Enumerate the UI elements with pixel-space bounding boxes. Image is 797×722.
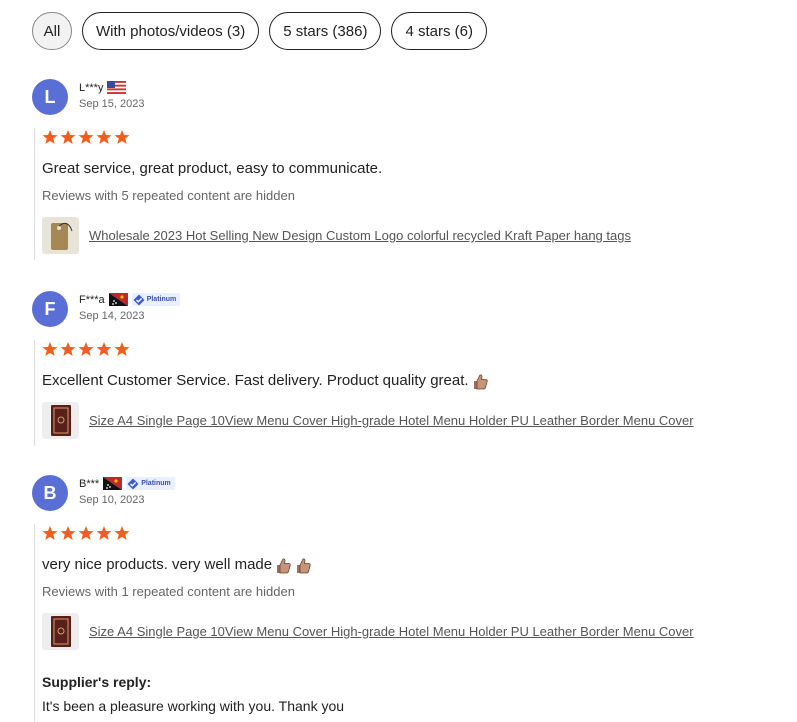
star-icon [114,526,130,540]
filter-label: 5 stars (386) [283,22,368,40]
filter-with-photos[interactable]: With photos/videos (3) [82,12,260,50]
reviewer-name: F***a [79,293,105,306]
us-flag-icon [107,81,127,94]
platinum-badge: Platinum [131,293,181,306]
filter-label: With photos/videos (3) [96,22,246,40]
star-icon [96,130,112,144]
star-icon [114,130,130,144]
avatar: F [32,291,68,327]
avatar: L [32,79,68,115]
review-body: very nice products. very well made Revie… [34,524,764,722]
review-product: Size A4 Single Page 10View Menu Cover Hi… [42,613,764,650]
star-rating [42,128,764,146]
papua-new-guinea-flag-icon [108,293,128,306]
review-body: Great service, great product, easy to co… [34,128,764,260]
star-icon [60,342,76,356]
product-link[interactable]: Size A4 Single Page 10View Menu Cover Hi… [89,413,694,428]
star-icon [114,342,130,356]
hidden-repeat-note: Reviews with 1 repeated content are hidd… [42,584,295,599]
reviewer-info: B*** Platinum [79,477,175,490]
review-text-content: Great service, great product, easy to co… [42,160,383,177]
review-date: Sep 15, 2023 [79,98,145,110]
product-thumbnail[interactable] [42,402,79,439]
star-rating [42,524,764,542]
star-icon [78,130,94,144]
platinum-badge: Platinum [126,477,175,490]
hidden-repeat-note: Reviews with 5 repeated content are hidd… [42,188,295,203]
verified-diamond-icon [133,294,145,305]
star-icon [96,342,112,356]
filter-all[interactable]: All [32,12,72,50]
star-icon [60,526,76,540]
product-thumbnail[interactable] [42,613,79,650]
supplier-reply-title: Supplier's reply: [42,674,152,690]
product-link[interactable]: Wholesale 2023 Hot Selling New Design Cu… [89,228,631,243]
filter-label: 4 stars (6) [405,22,473,40]
filter-label: All [43,22,61,40]
review-text: very nice products. very well made [42,556,764,574]
review-filters: All With photos/videos (3) 5 stars (386)… [32,12,487,50]
product-thumbnail[interactable] [42,217,79,254]
review-text: Excellent Customer Service. Fast deliver… [42,372,764,390]
review-body: Excellent Customer Service. Fast deliver… [34,340,764,446]
reviewer-name: L***y [79,81,104,94]
product-link[interactable]: Size A4 Single Page 10View Menu Cover Hi… [89,624,694,639]
filter-4-stars[interactable]: 4 stars (6) [391,12,487,50]
review-product: Wholesale 2023 Hot Selling New Design Cu… [42,217,764,254]
review-text: Great service, great product, easy to co… [42,160,764,178]
reviewer-info: F***a Platinum [79,293,181,306]
badge-label: Platinum [146,296,177,303]
reviewer-name: B*** [79,477,100,490]
thumbs-up-icon [473,374,488,389]
filter-5-stars[interactable]: 5 stars (386) [269,12,382,50]
star-rating [42,340,764,358]
review-date: Sep 14, 2023 [79,310,145,322]
reviewer-info: L***y [79,81,127,94]
badge-label: Platinum [141,480,171,487]
star-icon [60,130,76,144]
verified-diamond-icon [127,478,139,489]
avatar: B [32,475,68,511]
star-icon [42,342,58,356]
supplier-reply-text: It's been a pleasure working with you. T… [42,698,345,714]
star-icon [42,526,58,540]
papua-new-guinea-flag-icon [103,477,123,490]
thumbs-up-icon [297,558,311,573]
star-icon [78,526,94,540]
star-icon [78,342,94,356]
review-text-content: very nice products. very well made [42,556,273,573]
thumbs-up-icon [277,558,291,573]
review-date: Sep 10, 2023 [79,494,145,506]
review-text-content: Excellent Customer Service. Fast deliver… [42,372,469,389]
star-icon [42,129,58,145]
review-product: Size A4 Single Page 10View Menu Cover Hi… [42,402,764,439]
star-icon [96,526,112,540]
